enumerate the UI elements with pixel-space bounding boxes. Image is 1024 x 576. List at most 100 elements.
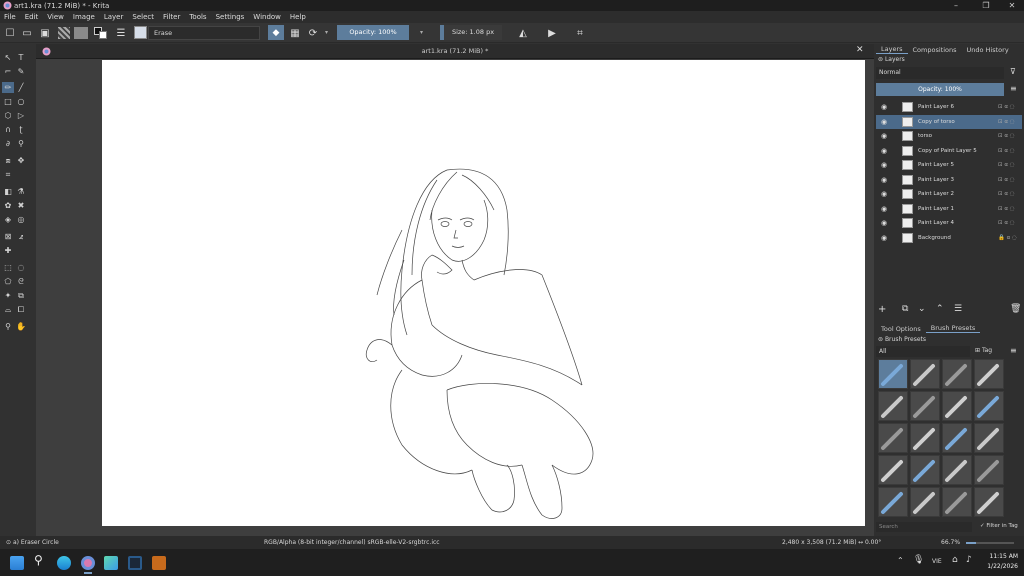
calligraphy-tool-icon[interactable]: ✎: [15, 66, 27, 77]
delete-layer-icon[interactable]: 🗑: [1010, 304, 1021, 314]
tab-brush-presets[interactable]: Brush Presets: [925, 324, 981, 333]
bucket-fill-tool-icon[interactable]: ◈: [2, 214, 14, 225]
layer-properties-icon[interactable]: ⊡ α ◌: [998, 104, 1022, 110]
multibrush-tool-icon[interactable]: ⚲: [15, 138, 27, 149]
layer-properties-icon[interactable]: ⊡ α ◌: [998, 133, 1022, 139]
polygon-tool-icon[interactable]: ⬡: [2, 110, 14, 121]
tab-undo-history[interactable]: Undo History: [962, 46, 1014, 54]
brush-preset-item[interactable]: [942, 423, 972, 453]
close-document-button[interactable]: ✕: [856, 45, 864, 55]
menu-layer[interactable]: Layer: [104, 13, 124, 21]
network-icon[interactable]: ⌂: [952, 555, 958, 565]
brush-preset-item[interactable]: [974, 359, 1004, 389]
menu-window[interactable]: Window: [253, 13, 281, 21]
clock-time[interactable]: 11:15 AM: [984, 553, 1018, 560]
brush-preset-field[interactable]: Erase: [148, 26, 260, 40]
edit-shapes-tool-icon[interactable]: ⌐: [2, 66, 14, 77]
measure-tool-icon[interactable]: ⦨: [15, 231, 27, 242]
pattern-selector-icon[interactable]: [74, 27, 88, 39]
open-document-icon[interactable]: ▭: [20, 26, 34, 40]
layer-row[interactable]: ◉ Copy of Paint Layer 5 ⊡ α ◌: [876, 144, 1022, 158]
gradient-selector-icon[interactable]: [58, 27, 70, 39]
layer-row[interactable]: ◉ Paint Layer 2 ⊡ α ◌: [876, 187, 1022, 201]
brush-preset-item[interactable]: [942, 487, 972, 517]
brush-preset-item[interactable]: [974, 487, 1004, 517]
layer-properties-icon[interactable]: ⊡ α ◌: [998, 148, 1022, 154]
reference-tool-icon[interactable]: ✚: [2, 245, 14, 256]
menu-select[interactable]: Select: [132, 13, 154, 21]
magnetic-select-tool-icon[interactable]: ⧠: [15, 304, 27, 315]
freehand-select-tool-icon[interactable]: ᘓ: [15, 276, 27, 287]
document-tab[interactable]: art1.kra (71.2 MiB) *: [36, 44, 874, 59]
brush-preset-item[interactable]: [974, 391, 1004, 421]
assistant-tool-icon[interactable]: ⊠: [2, 231, 14, 242]
visibility-eye-icon[interactable]: ◉: [876, 147, 892, 155]
blend-mode-select[interactable]: Normal: [876, 67, 1004, 79]
layer-properties-icon[interactable]: ⊡ α ◌: [998, 119, 1022, 125]
save-icon[interactable]: ▣: [38, 26, 52, 40]
visibility-eye-icon[interactable]: ◉: [876, 161, 892, 169]
gradient-tool-icon[interactable]: ◧: [2, 186, 14, 197]
brush-preset-icon[interactable]: [134, 26, 147, 39]
maximize-button[interactable]: ❐: [976, 0, 996, 11]
layer-properties-icon[interactable]: ⊡ α ◌: [998, 220, 1022, 226]
layer-row[interactable]: ◉ Background 🔒 α ◌: [876, 231, 1022, 245]
duplicate-layer-icon[interactable]: ⧉: [902, 304, 908, 314]
bezier-tool-icon[interactable]: ∩: [2, 124, 14, 135]
menu-file[interactable]: File: [4, 13, 16, 21]
opacity-slider[interactable]: Opacity: 100%: [337, 25, 409, 40]
filter-in-tag-checkbox[interactable]: ✓ Filter in Tag: [980, 523, 1018, 529]
tab-tool-options[interactable]: Tool Options: [876, 325, 926, 333]
menu-help[interactable]: Help: [290, 13, 306, 21]
visibility-eye-icon[interactable]: ◉: [876, 132, 892, 140]
layer-properties-icon[interactable]: ⊡ α ◌: [998, 162, 1022, 168]
brush-tag-filter[interactable]: All: [876, 346, 970, 357]
current-brush-status[interactable]: ⊙ a) Eraser Circle: [6, 539, 59, 546]
brush-settings-icon[interactable]: ☰: [114, 26, 128, 40]
line-tool-icon[interactable]: ╱: [15, 82, 27, 93]
app-shortcut-icon[interactable]: [104, 556, 118, 570]
visibility-eye-icon[interactable]: ◉: [876, 205, 892, 213]
layer-row[interactable]: ◉ Paint Layer 6 ⊡ α ◌: [876, 100, 1022, 114]
edge-browser-icon[interactable]: [57, 556, 71, 570]
close-window-button[interactable]: ✕: [1002, 0, 1022, 11]
menu-edit[interactable]: Edit: [25, 13, 39, 21]
brush-preset-item[interactable]: [974, 423, 1004, 453]
mirror-horizontal-icon[interactable]: ◭: [516, 26, 530, 40]
zoom-slider[interactable]: [966, 542, 1014, 544]
visibility-eye-icon[interactable]: ◉: [876, 234, 892, 242]
transform-tool-icon[interactable]: ⧈: [2, 155, 14, 166]
similar-select-tool-icon[interactable]: ⧉: [15, 290, 27, 301]
move-layer-down-icon[interactable]: ⌄: [918, 304, 926, 314]
brush-preset-item[interactable]: [878, 359, 908, 389]
microphone-icon[interactable]: 🎙: [913, 555, 924, 565]
start-button-icon[interactable]: [10, 556, 24, 570]
visibility-eye-icon[interactable]: ◉: [876, 219, 892, 227]
move-tool-icon[interactable]: ✥: [15, 155, 27, 166]
color-swatch-icon[interactable]: [94, 27, 108, 39]
rectangle-tool-icon[interactable]: □: [2, 96, 14, 107]
enclose-fill-tool-icon[interactable]: ◎: [15, 214, 27, 225]
brush-preset-item[interactable]: [942, 455, 972, 485]
ellipse-tool-icon[interactable]: ○: [15, 96, 27, 107]
layer-row[interactable]: ◉ Paint Layer 1 ⊡ α ◌: [876, 202, 1022, 216]
brush-preset-item[interactable]: [942, 359, 972, 389]
brush-preset-item[interactable]: [910, 423, 940, 453]
move-layer-up-icon[interactable]: ⌃: [936, 304, 944, 314]
layer-row[interactable]: ◉ Paint Layer 5 ⊡ α ◌: [876, 158, 1022, 172]
minimize-button[interactable]: –: [946, 0, 966, 11]
visibility-eye-icon[interactable]: ◉: [876, 176, 892, 184]
input-language[interactable]: VIE: [932, 558, 942, 565]
visibility-eye-icon[interactable]: ◉: [876, 118, 892, 126]
fill-tool-icon[interactable]: ✖: [15, 200, 27, 211]
layer-row[interactable]: ◉ Paint Layer 3 ⊡ α ◌: [876, 173, 1022, 187]
freehand-brush-tool-icon[interactable]: ✏: [2, 82, 14, 93]
menu-filter[interactable]: Filter: [163, 13, 180, 21]
menu-image[interactable]: Image: [73, 13, 95, 21]
tag-button[interactable]: ⊞ Tag: [975, 347, 992, 354]
zoom-tool-icon[interactable]: ⚲: [2, 321, 14, 332]
layer-opacity-slider[interactable]: Opacity: 100%: [876, 83, 1004, 96]
layer-options-icon[interactable]: ≡: [1010, 84, 1017, 93]
brush-preset-item[interactable]: [910, 487, 940, 517]
polyline-tool-icon[interactable]: ▷: [15, 110, 27, 121]
